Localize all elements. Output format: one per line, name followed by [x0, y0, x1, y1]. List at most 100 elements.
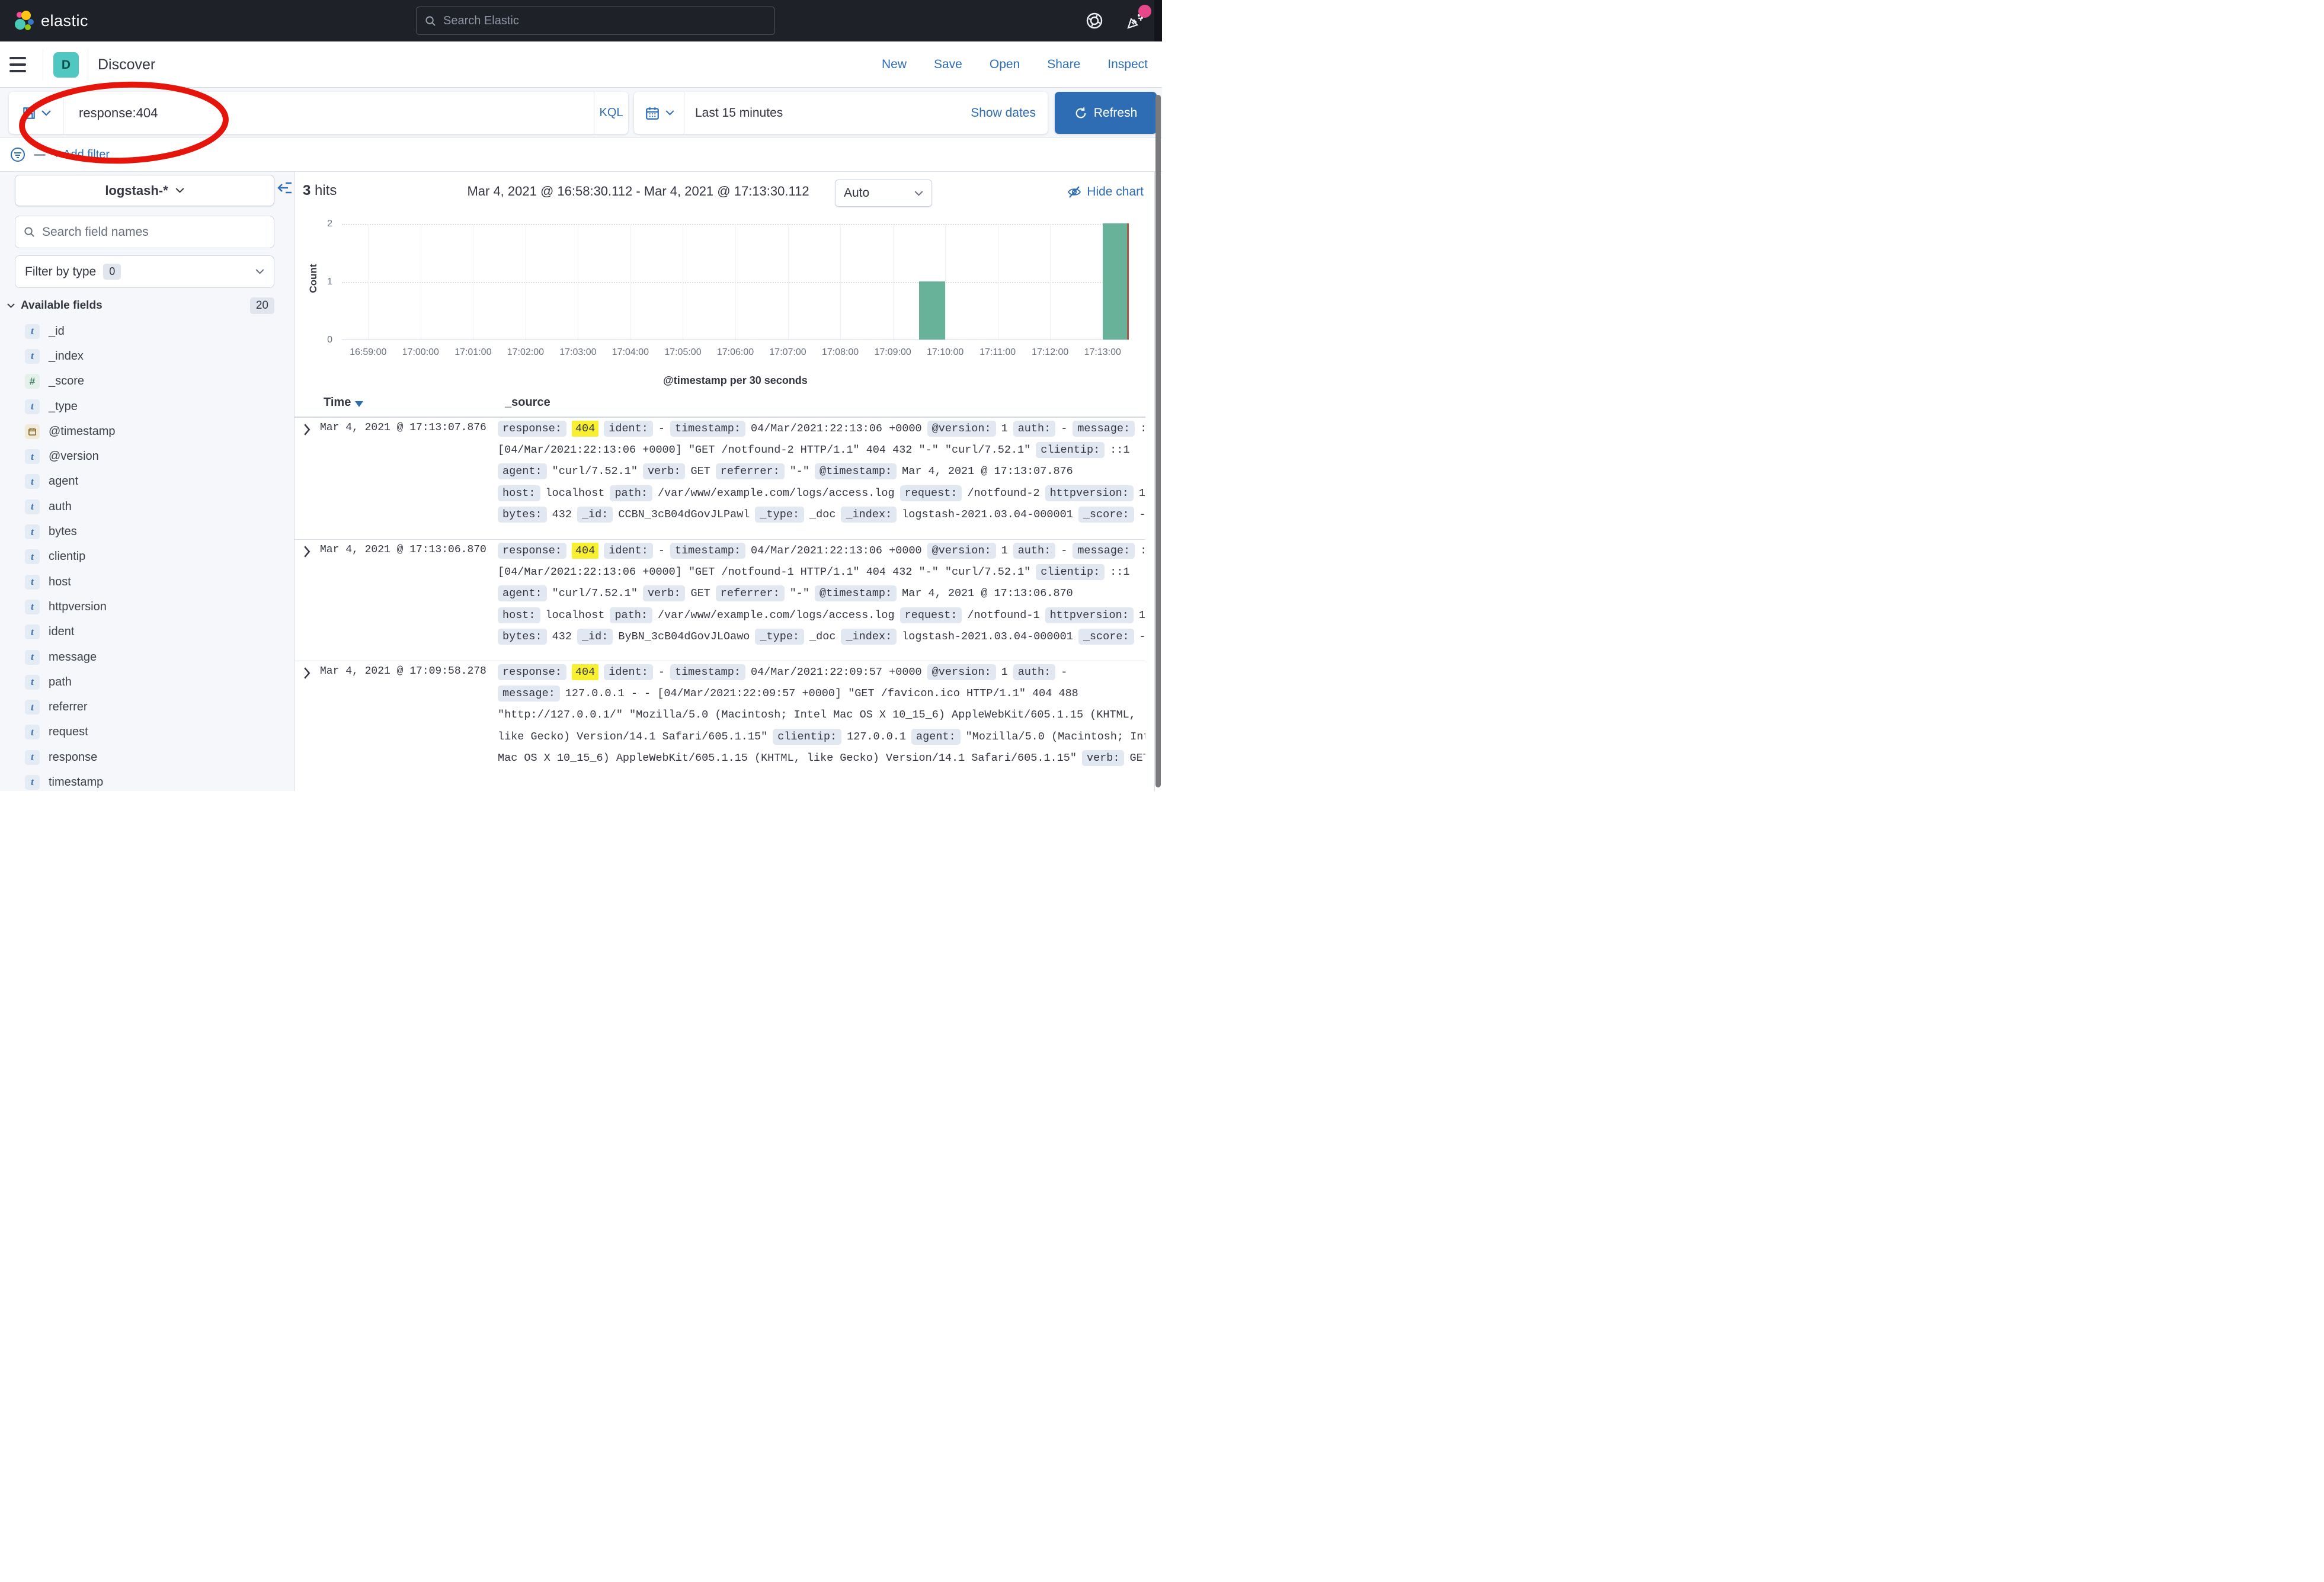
doc-source: response:404ident:-timestamp:04/Mar/2021…: [498, 540, 1145, 648]
field-name-badge: @version:: [927, 421, 996, 437]
field-item-response[interactable]: tresponse: [0, 745, 294, 770]
collapse-sidebar-icon[interactable]: [277, 180, 293, 196]
field-label: @timestamp: [49, 425, 116, 438]
field-value: "curl/7.52.1": [552, 587, 638, 600]
field-name-badge: _index:: [841, 629, 897, 645]
field-item-timestamp[interactable]: ttimestamp: [0, 770, 294, 795]
field-value: GET: [690, 587, 710, 600]
scrollbar-track-dark: [1154, 0, 1162, 41]
text-field-icon: t: [25, 675, 40, 690]
field-item-message[interactable]: tmessage: [0, 645, 294, 670]
nav-link-inspect[interactable]: Inspect: [1107, 57, 1148, 72]
expand-row-icon[interactable]: [302, 667, 312, 679]
field-value: "-": [790, 587, 809, 600]
query-input[interactable]: response:404 KQL: [9, 92, 628, 134]
field-name-badge: clientip:: [1036, 564, 1105, 580]
text-field-icon: t: [25, 349, 40, 364]
gridline-x: [630, 224, 631, 340]
field-name-badge: _score:: [1078, 507, 1134, 523]
field-item-_score[interactable]: #_score: [0, 369, 294, 394]
field-item-referrer[interactable]: t referrer: [0, 694, 294, 719]
text-field-icon: t: [25, 725, 40, 739]
table-row: Mar 4, 2021 @ 17:13:07.876response:404id…: [294, 418, 1145, 540]
add-filter-link[interactable]: + Add filter: [53, 148, 110, 162]
interval-select[interactable]: Auto: [835, 180, 932, 207]
field-item-ident[interactable]: tident: [0, 620, 294, 645]
index-pattern-picker[interactable]: logstash-*: [15, 175, 274, 206]
table-row: Mar 4, 2021 @ 17:09:58.278response:404id…: [294, 661, 1145, 791]
nav-link-share[interactable]: Share: [1047, 57, 1080, 72]
column-header-time[interactable]: Time: [324, 396, 363, 409]
field-item-_index[interactable]: t_index: [0, 344, 294, 369]
time-picker[interactable]: Last 15 minutes Show dates: [634, 92, 1048, 134]
histogram-bar-17:13:00[interactable]: [1103, 223, 1129, 340]
field-search-input[interactable]: Search field names: [15, 216, 274, 248]
field-name-badge: host:: [498, 607, 540, 623]
query-language-button[interactable]: KQL: [594, 92, 628, 134]
histogram-time-range: Mar 4, 2021 @ 16:58:30.112 - Mar 4, 2021…: [449, 184, 828, 199]
nav-link-open[interactable]: Open: [990, 57, 1020, 72]
interval-value: Auto: [844, 186, 869, 200]
filter-icon[interactable]: [9, 146, 26, 163]
doc-time: Mar 4, 2021 @ 17:09:58.278: [320, 665, 486, 677]
field-item-httpversion[interactable]: thttpversion: [0, 594, 294, 619]
nav-link-save[interactable]: Save: [934, 57, 962, 72]
global-search-input[interactable]: Search Elastic: [416, 7, 775, 35]
show-dates-link[interactable]: Show dates: [971, 106, 1036, 120]
field-name-badge: @timestamp:: [815, 463, 897, 479]
text-field-icon: t: [25, 499, 40, 514]
field-item-_id[interactable]: t_id: [0, 319, 294, 344]
gridline-x: [368, 224, 369, 340]
page-scrollbar[interactable]: [1155, 95, 1161, 787]
discover-app-tile[interactable]: D: [53, 52, 79, 78]
field-value: 04/Mar/2021:22:13:06 +0000: [751, 545, 922, 557]
sort-desc-icon[interactable]: [355, 401, 363, 407]
field-value: ::1: [1110, 444, 1129, 456]
nav-link-new[interactable]: New: [882, 57, 907, 72]
gridline-x: [735, 224, 736, 340]
expand-row-icon[interactable]: [302, 546, 312, 558]
field-item-request[interactable]: trequest: [0, 720, 294, 745]
field-label: referrer: [49, 700, 88, 714]
field-value: 04/Mar/2021:22:13:06 +0000: [751, 422, 922, 435]
refresh-button[interactable]: Refresh: [1055, 92, 1157, 134]
filter-by-type-label: Filter by type: [25, 265, 96, 279]
histogram-bar-17:09:30[interactable]: [919, 281, 945, 340]
field-item-@version[interactable]: t@version: [0, 444, 294, 469]
menu-icon[interactable]: [9, 57, 26, 72]
hide-chart-link[interactable]: Hide chart: [1067, 185, 1144, 199]
field-item-host[interactable]: thost: [0, 569, 294, 594]
filter-by-type-dropdown[interactable]: Filter by type 0: [15, 255, 274, 288]
field-label: httpversion: [49, 600, 107, 614]
x-tick-label: 17:01:00: [454, 347, 491, 358]
field-name-badge: auth:: [1013, 664, 1056, 680]
field-item-agent[interactable]: tagent: [0, 469, 294, 494]
help-icon[interactable]: [1085, 11, 1104, 30]
gridline-x: [945, 224, 946, 340]
available-fields-header[interactable]: Available fields 20: [7, 297, 287, 314]
text-field-icon: t: [25, 700, 40, 715]
field-name-badge: @timestamp:: [815, 585, 897, 601]
whats-new-button[interactable]: [1126, 11, 1147, 31]
field-value: -: [1139, 630, 1145, 643]
field-value: 432: [552, 508, 572, 521]
field-item-clientip[interactable]: tclientip: [0, 545, 294, 569]
expand-row-icon[interactable]: [302, 424, 312, 435]
field-item-bytes[interactable]: tbytes: [0, 519, 294, 544]
calendar-icon: [645, 105, 660, 121]
field-item-@timestamp[interactable]: @timestamp: [0, 419, 294, 444]
field-name-badge: agent:: [911, 729, 961, 745]
field-item-_type[interactable]: t_type: [0, 394, 294, 419]
field-value: localhost: [546, 487, 605, 499]
elastic-logo[interactable]: elastic: [13, 10, 88, 31]
field-name-badge: _type:: [755, 507, 804, 523]
query-text[interactable]: response:404: [63, 92, 594, 134]
saved-query-menu-button[interactable]: [9, 92, 63, 134]
time-range-value[interactable]: Last 15 minutes: [695, 106, 783, 120]
x-tick-label: 17:13:00: [1084, 347, 1121, 358]
field-value: -: [1061, 666, 1067, 678]
field-item-auth[interactable]: tauth: [0, 494, 294, 519]
field-item-path[interactable]: tpath: [0, 670, 294, 694]
y-tick-label: 2: [309, 219, 332, 229]
field-name-badge: agent:: [498, 463, 547, 479]
